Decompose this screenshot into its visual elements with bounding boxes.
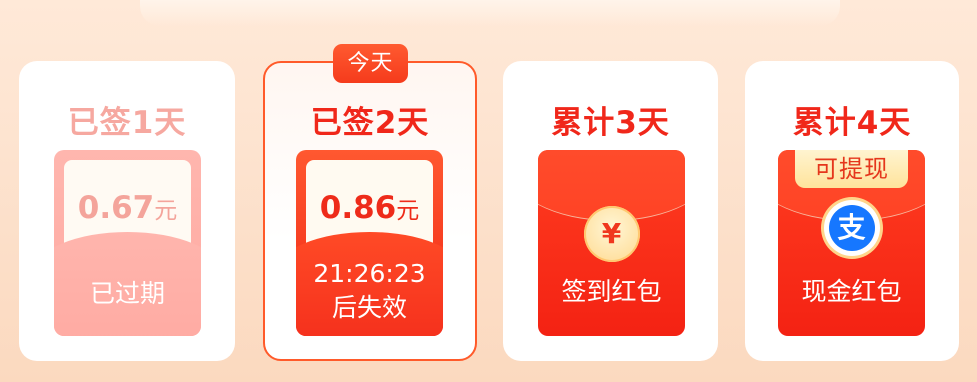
alipay-symbol: 支 bbox=[828, 205, 875, 251]
day-3-title: 累计3天 bbox=[551, 105, 670, 141]
today-badge: 今天 bbox=[333, 44, 408, 83]
day-1-amount-value: 0.67 bbox=[77, 190, 155, 226]
alipay-icon: 支 bbox=[823, 200, 880, 256]
day-2-title: 已签2天 bbox=[310, 105, 430, 141]
day-1-red-packet[interactable]: 0.67元 已过期 bbox=[54, 150, 201, 336]
day-1-status: 已过期 bbox=[89, 279, 165, 308]
day-3-red-packet[interactable]: ¥ 签到红包 bbox=[538, 150, 685, 336]
day-2-amount: 0.86元 bbox=[306, 190, 433, 226]
day-4-title: 累计4天 bbox=[792, 105, 912, 141]
withdrawable-badge: 可提现 bbox=[795, 150, 908, 188]
day-3-label: 签到红包 bbox=[561, 277, 662, 306]
day-1-amount-unit: 元 bbox=[154, 198, 178, 224]
day-1-amount: 0.67元 bbox=[64, 190, 191, 226]
day-2-countdown: 21:26:23 bbox=[313, 259, 426, 288]
day-4-red-packet[interactable]: 可提现 支 现金红包 bbox=[778, 150, 925, 336]
day-2-amount-unit: 元 bbox=[396, 198, 420, 224]
day-2-amount-value: 0.86 bbox=[319, 190, 397, 226]
day-2-expire-label: 后失效 bbox=[331, 293, 407, 322]
yuan-coin-icon: ¥ bbox=[583, 206, 640, 262]
top-glow bbox=[140, 0, 840, 26]
day-1-title: 已签1天 bbox=[67, 105, 187, 141]
day-2-red-packet[interactable]: 0.86元 21:26:23 后失效 bbox=[296, 150, 443, 336]
day-4-label: 现金红包 bbox=[801, 277, 902, 306]
